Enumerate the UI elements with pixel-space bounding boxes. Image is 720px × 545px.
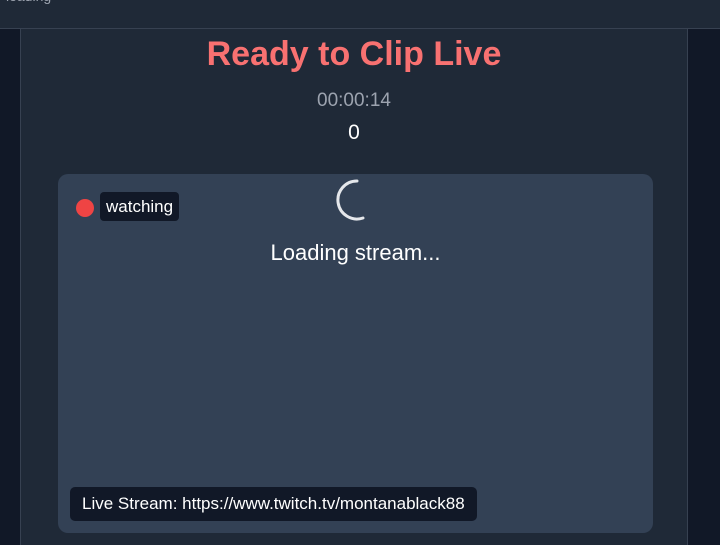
spinner-icon: [336, 179, 365, 221]
top-bar: loading: [0, 0, 720, 29]
clip-count: 0: [348, 121, 360, 144]
main-panel: Ready to Clip Live 00:00:14 0 watching L…: [20, 29, 688, 545]
loading-text: Loading stream...: [270, 240, 441, 265]
status-badge: watching: [100, 192, 180, 221]
stream-player[interactable]: watching Loading stream... Live Stream: …: [58, 174, 653, 533]
live-dot-icon: [76, 199, 94, 217]
left-gutter: [0, 29, 20, 545]
page-title: Ready to Clip Live: [206, 35, 502, 73]
stream-url-label: Live Stream: https://www.twitch.tv/monta…: [70, 487, 477, 521]
elapsed-timer: 00:00:14: [317, 90, 391, 111]
right-gutter: [689, 29, 720, 545]
top-bar-text: loading: [6, 0, 51, 4]
